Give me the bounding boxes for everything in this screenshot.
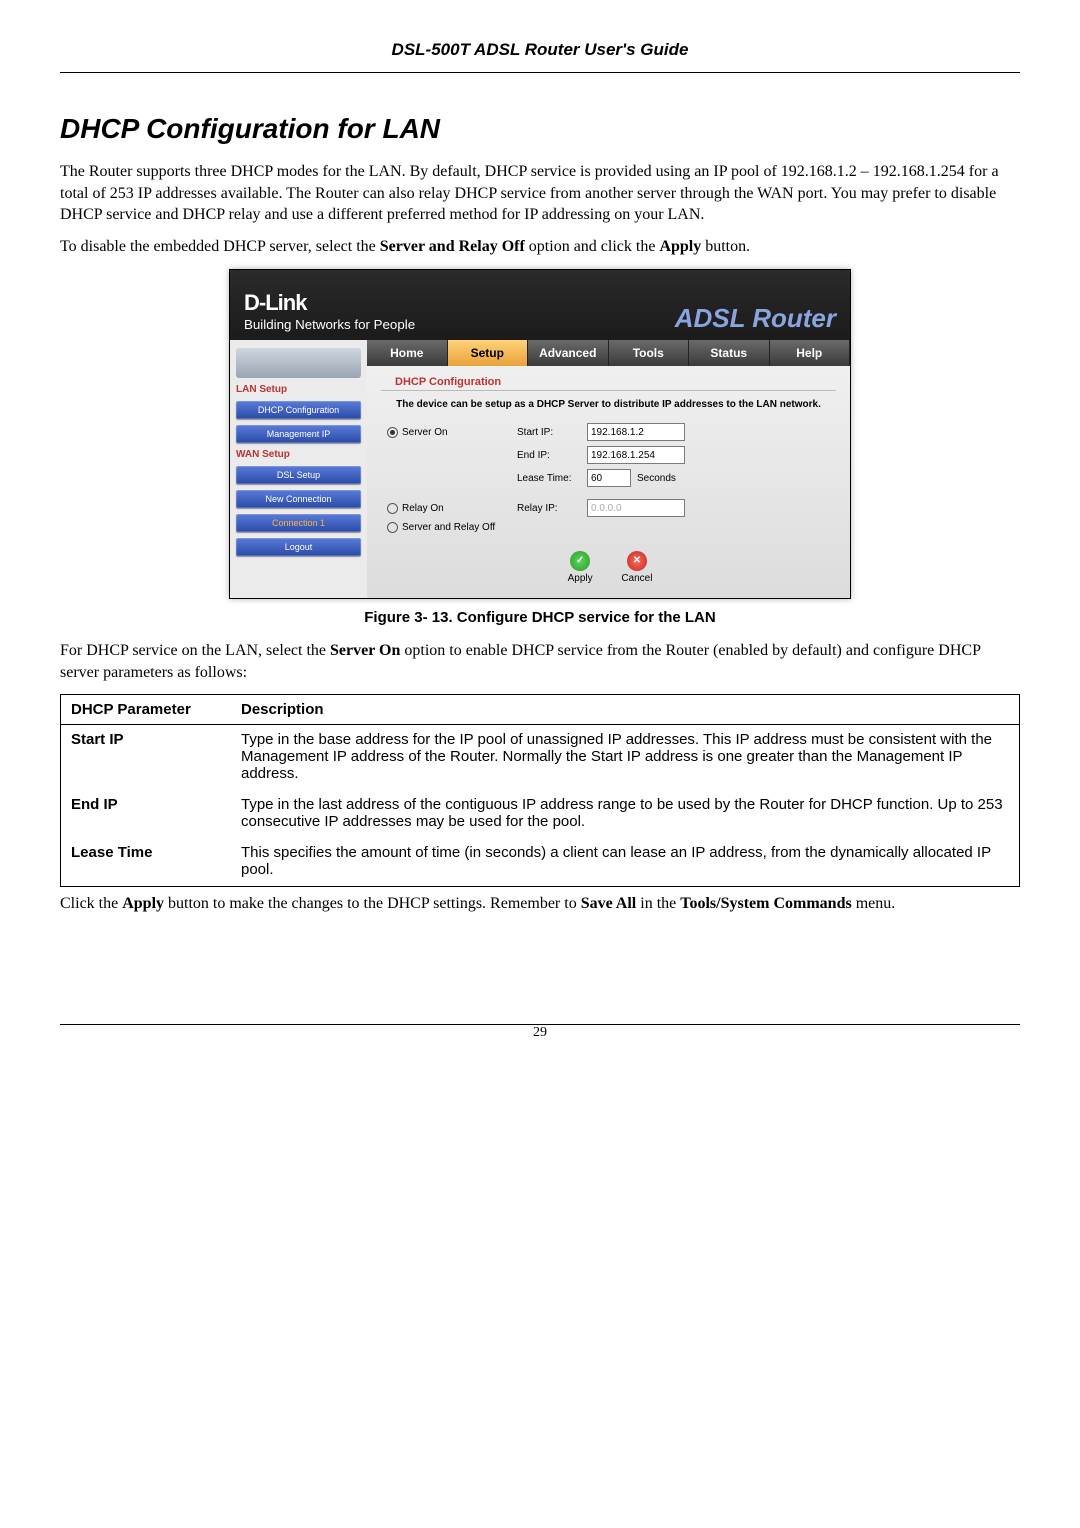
text: For DHCP service on the LAN, select the bbox=[60, 642, 330, 659]
check-icon: ✓ bbox=[570, 551, 590, 571]
table-row: End IP Type in the last address of the c… bbox=[61, 790, 1019, 838]
radio-relay-on[interactable] bbox=[387, 503, 398, 514]
dhcp-parameter-table: DHCP Parameter Description Start IP Type… bbox=[60, 694, 1020, 887]
intro-paragraph-2: To disable the embedded DHCP server, sel… bbox=[60, 236, 1020, 258]
sidebar-item-management-ip[interactable]: Management IP bbox=[236, 425, 361, 443]
sidebar-item-dsl-setup[interactable]: DSL Setup bbox=[236, 466, 361, 484]
tab-tools[interactable]: Tools bbox=[609, 340, 690, 366]
sidebar-item-logout[interactable]: Logout bbox=[236, 538, 361, 556]
figure-caption: Figure 3- 13. Configure DHCP service for… bbox=[60, 609, 1020, 626]
text-bold: Apply bbox=[659, 238, 701, 255]
table-row: Start IP Type in the base address for th… bbox=[61, 725, 1019, 790]
text-bold: Apply bbox=[122, 895, 164, 912]
input-lease-time[interactable] bbox=[587, 469, 631, 487]
radio-server-on-label: Server On bbox=[402, 427, 448, 438]
cancel-button[interactable]: ✕ Cancel bbox=[610, 551, 664, 584]
router-brand: ADSL Router bbox=[675, 303, 836, 334]
tab-setup[interactable]: Setup bbox=[448, 340, 529, 366]
param-desc: This specifies the amount of time (in se… bbox=[241, 844, 1009, 878]
param-name: Start IP bbox=[71, 731, 241, 782]
closing-paragraph: Click the Apply button to make the chang… bbox=[60, 893, 1020, 915]
label-lease-unit: Seconds bbox=[637, 473, 676, 484]
tab-status[interactable]: Status bbox=[689, 340, 770, 366]
doc-header: DSL-500T ADSL Router User's Guide bbox=[60, 40, 1020, 64]
param-name: End IP bbox=[71, 796, 241, 830]
section-title: DHCP Configuration for LAN bbox=[60, 113, 1020, 145]
param-name: Lease Time bbox=[71, 844, 241, 878]
tab-home[interactable]: Home bbox=[367, 340, 448, 366]
sidebar-item-new-connection[interactable]: New Connection bbox=[236, 490, 361, 508]
label-start-ip: Start IP: bbox=[517, 427, 587, 438]
router-screenshot: D-Link Building Networks for People ADSL… bbox=[229, 269, 851, 599]
panel-heading: DHCP Configuration bbox=[381, 366, 836, 391]
input-relay-ip[interactable] bbox=[587, 499, 685, 517]
input-end-ip[interactable] bbox=[587, 446, 685, 464]
param-desc: Type in the base address for the IP pool… bbox=[241, 731, 1009, 782]
radio-server-relay-off[interactable] bbox=[387, 522, 398, 533]
header-rule bbox=[60, 72, 1020, 73]
apply-button-label: Apply bbox=[568, 573, 593, 584]
intro-paragraph-1: The Router supports three DHCP modes for… bbox=[60, 161, 1020, 226]
text: button to make the changes to the DHCP s… bbox=[168, 895, 581, 912]
after-figure-paragraph: For DHCP service on the LAN, select the … bbox=[60, 640, 1020, 683]
text: To disable the embedded DHCP server, sel… bbox=[60, 238, 380, 255]
text-bold: Tools/System Commands bbox=[680, 895, 851, 912]
input-start-ip[interactable] bbox=[587, 423, 685, 441]
text-bold: Server and Relay Off bbox=[380, 238, 525, 255]
text-bold: Save All bbox=[581, 895, 637, 912]
label-end-ip: End IP: bbox=[517, 450, 587, 461]
param-desc: Type in the last address of the contiguo… bbox=[241, 796, 1009, 830]
label-lease-time: Lease Time: bbox=[517, 473, 587, 484]
panel-note: The device can be setup as a DHCP Server… bbox=[367, 399, 850, 418]
tab-help[interactable]: Help bbox=[770, 340, 851, 366]
sidebar-item-connection-1[interactable]: Connection 1 bbox=[236, 514, 361, 532]
sidebar-item-dhcp-config[interactable]: DHCP Configuration bbox=[236, 401, 361, 419]
text: menu. bbox=[856, 895, 896, 912]
dlink-logo: D-Link bbox=[244, 290, 415, 316]
radio-server-relay-off-label: Server and Relay Off bbox=[402, 522, 495, 533]
text: in the bbox=[640, 895, 680, 912]
table-row: Lease Time This specifies the amount of … bbox=[61, 838, 1019, 886]
sidebar-cat-wan: WAN Setup bbox=[236, 449, 361, 460]
router-tabs: Home Setup Advanced Tools Status Help bbox=[367, 340, 850, 366]
text: Click the bbox=[60, 895, 122, 912]
radio-relay-on-label: Relay On bbox=[402, 503, 444, 514]
router-sidebar: LAN Setup DHCP Configuration Management … bbox=[230, 340, 367, 598]
table-header-description: Description bbox=[241, 701, 1009, 718]
tab-advanced[interactable]: Advanced bbox=[528, 340, 609, 366]
apply-button[interactable]: ✓ Apply bbox=[553, 551, 607, 584]
table-header-parameter: DHCP Parameter bbox=[71, 701, 241, 718]
text-bold: Server On bbox=[330, 642, 400, 659]
text: option and click the bbox=[529, 238, 660, 255]
sidebar-cat-lan: LAN Setup bbox=[236, 384, 361, 395]
cancel-button-label: Cancel bbox=[621, 573, 652, 584]
close-icon: ✕ bbox=[627, 551, 647, 571]
label-relay-ip: Relay IP: bbox=[517, 503, 587, 514]
router-product-image bbox=[236, 348, 361, 378]
page-number: 29 bbox=[60, 1025, 1020, 1041]
dlink-tagline: Building Networks for People bbox=[244, 317, 415, 332]
radio-server-on[interactable] bbox=[387, 427, 398, 438]
text: button. bbox=[705, 238, 750, 255]
